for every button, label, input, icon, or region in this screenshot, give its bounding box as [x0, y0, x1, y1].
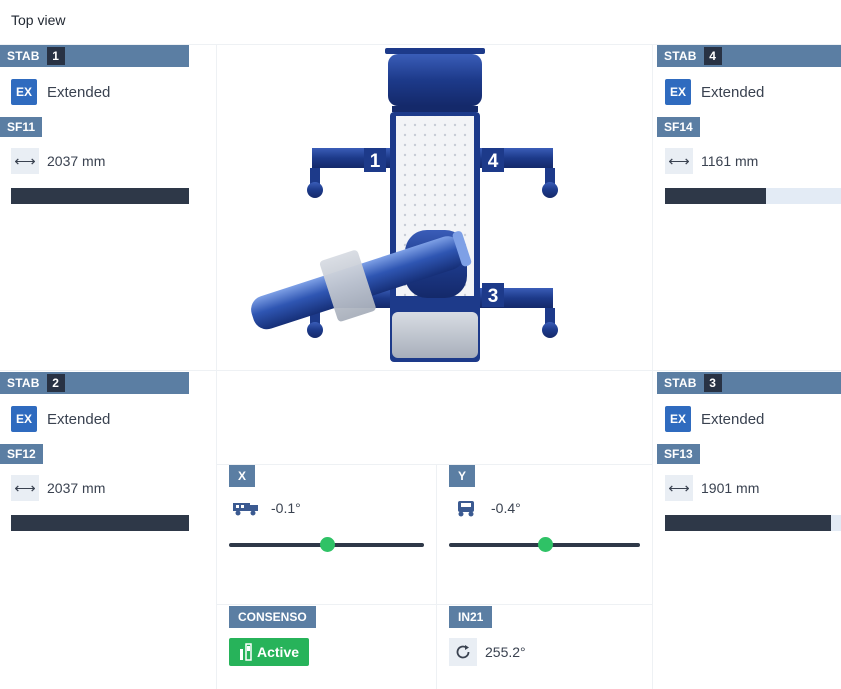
status-text: Extended: [701, 83, 765, 101]
rotation-value: 255.2°: [485, 644, 526, 660]
truck-cab: [385, 48, 485, 112]
status-badge: EX: [11, 406, 37, 432]
inclination-x-knob: [319, 537, 335, 552]
length-bar-fill: [11, 188, 189, 204]
inclination-y-slider: [449, 537, 640, 552]
stab-label: STAB: [657, 372, 704, 394]
length-bar: [665, 515, 841, 531]
sensor-tag: SF11: [0, 117, 43, 137]
consent-tag: CONSENSO: [229, 606, 316, 628]
axis-y-tag: Y: [449, 465, 476, 487]
inclination-x-slider: [229, 537, 424, 552]
stab-tag: STAB 1: [0, 45, 189, 67]
length-bar-fill: [11, 515, 189, 531]
stab-tag: STAB 4: [657, 45, 841, 67]
consent-panel: CONSENSO Active: [217, 606, 436, 666]
status-badge: EX: [665, 406, 691, 432]
stab-tag: STAB 2: [0, 372, 189, 394]
page-title: Top view: [11, 12, 66, 28]
divider: [0, 370, 841, 371]
status-badge: EX: [665, 79, 691, 105]
length-value: 2037 mm: [47, 480, 106, 496]
stab-number: 1: [46, 47, 65, 65]
status-text: Extended: [47, 83, 111, 101]
stab-panel-4: STAB 4 EX Extended SF14 ⟷ 1161 mm: [653, 45, 841, 204]
leg-label-3-text: 3: [488, 286, 499, 307]
leg-label-4: 4: [482, 148, 504, 172]
divider: [216, 44, 217, 689]
truck-front-icon: [449, 497, 483, 519]
rotation-icon: [449, 638, 477, 666]
length-bar: [665, 188, 841, 204]
length-bar-fill: [665, 515, 831, 531]
inclination-y-value: -0.4°: [491, 500, 521, 516]
axis-x-tag: X: [229, 465, 256, 487]
status-badge: EX: [11, 79, 37, 105]
leg-label-3: 3: [482, 283, 504, 307]
consent-status-text: Active: [257, 644, 300, 660]
inclination-y-knob: [537, 537, 553, 552]
horizontal-arrows-icon: ⟷: [11, 475, 39, 501]
truck-top-view-diagram: 1 4 3: [251, 48, 558, 362]
stab-number: 2: [46, 374, 65, 392]
inclination-x-panel: X -0.1°: [217, 465, 436, 552]
sensor-tag: SF12: [0, 444, 43, 464]
sensor-tag: SF14: [657, 117, 700, 137]
horizontal-arrows-icon: ⟷: [665, 148, 693, 174]
horizontal-arrows-icon: ⟷: [665, 475, 693, 501]
length-bar: [11, 515, 189, 531]
truck-side-icon: [229, 497, 263, 519]
leg-label-4-text: 4: [488, 151, 499, 172]
consent-status-badge: Active: [229, 638, 310, 666]
length-value: 1901 mm: [701, 480, 760, 496]
stab-panel-3: STAB 3 EX Extended SF13 ⟷ 1901 mm: [653, 372, 841, 531]
leg-label-1: 1: [364, 148, 386, 172]
rotation-panel: IN21 255.2°: [437, 606, 652, 666]
divider: [216, 604, 652, 605]
stab-panel-1: STAB 1 EX Extended SF11 ⟷ 2037 mm: [0, 45, 189, 204]
status-text: Extended: [701, 410, 765, 428]
stab-label: STAB: [0, 372, 47, 394]
sensor-tag: SF13: [657, 444, 700, 464]
leg-label-1-text: 1: [370, 151, 381, 172]
inclination-x-value: -0.1°: [271, 500, 301, 516]
inclination-y-panel: Y -0.4°: [437, 465, 652, 552]
rotation-tag: IN21: [449, 606, 493, 628]
length-bar: [11, 188, 189, 204]
switch-icon: [235, 643, 257, 661]
stab-label: STAB: [657, 45, 704, 67]
length-value: 1161 mm: [701, 153, 759, 169]
horizontal-arrows-icon: ⟷: [11, 148, 39, 174]
stab-label: STAB: [0, 45, 47, 67]
stab-number: 3: [703, 374, 722, 392]
status-text: Extended: [47, 410, 111, 428]
stab-tag: STAB 3: [657, 372, 841, 394]
length-bar-fill: [665, 188, 767, 204]
length-value: 2037 mm: [47, 153, 106, 169]
stab-number: 4: [703, 47, 722, 65]
stab-panel-2: STAB 2 EX Extended SF12 ⟷ 2037 mm: [0, 372, 189, 531]
